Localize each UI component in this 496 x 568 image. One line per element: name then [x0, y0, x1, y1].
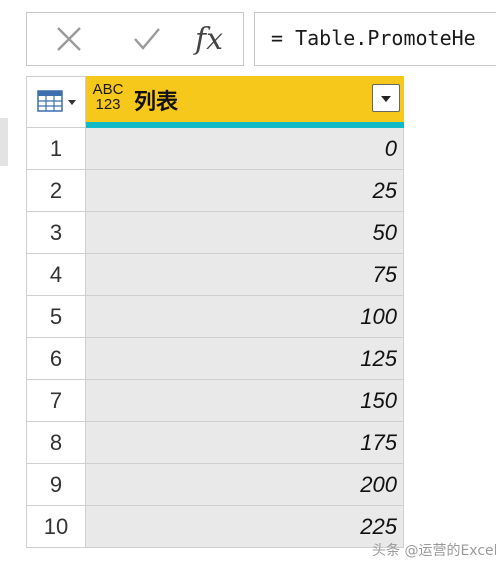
formula-input[interactable]: = Table.PromoteHe: [254, 12, 496, 66]
cell-value[interactable]: 175: [86, 422, 404, 464]
row-number[interactable]: 4: [26, 254, 86, 296]
cancel-icon[interactable]: [49, 13, 89, 65]
left-panel-tab[interactable]: [0, 118, 8, 166]
type-icon-top: ABC: [92, 81, 124, 98]
row-number[interactable]: 2: [26, 170, 86, 212]
table-menu-button[interactable]: [26, 76, 86, 128]
row-number[interactable]: 10: [26, 506, 86, 548]
column-header[interactable]: ABC 123 列表: [86, 76, 404, 122]
cell-value[interactable]: 100: [86, 296, 404, 338]
row-number[interactable]: 6: [26, 338, 86, 380]
row-number[interactable]: 3: [26, 212, 86, 254]
cell-value[interactable]: 50: [86, 212, 404, 254]
cell-value[interactable]: 150: [86, 380, 404, 422]
formula-controls: fx: [26, 12, 244, 66]
cell-value[interactable]: 200: [86, 464, 404, 506]
chevron-down-icon: [68, 100, 76, 105]
insert-function-button[interactable]: fx: [187, 13, 231, 65]
cell-value[interactable]: 0: [86, 128, 404, 170]
row-number[interactable]: 1: [26, 128, 86, 170]
table-icon: [37, 90, 63, 112]
row-number[interactable]: 7: [26, 380, 86, 422]
column-filter-button[interactable]: [372, 84, 400, 112]
cell-value[interactable]: 125: [86, 338, 404, 380]
any-type-icon[interactable]: ABC 123: [90, 82, 126, 112]
cell-value[interactable]: 25: [86, 170, 404, 212]
cell-value[interactable]: 75: [86, 254, 404, 296]
column-name: 列表: [134, 90, 179, 115]
row-number[interactable]: 8: [26, 422, 86, 464]
fx-icon: fx: [194, 21, 224, 57]
watermark: 头条 @运营的Excel: [372, 543, 496, 559]
formula-text: = Table.PromoteHe: [271, 26, 476, 50]
row-number[interactable]: 9: [26, 464, 86, 506]
type-icon-bottom: 123: [95, 96, 121, 113]
confirm-icon[interactable]: [127, 13, 167, 65]
cell-value[interactable]: 225: [86, 506, 404, 548]
row-number[interactable]: 5: [26, 296, 86, 338]
